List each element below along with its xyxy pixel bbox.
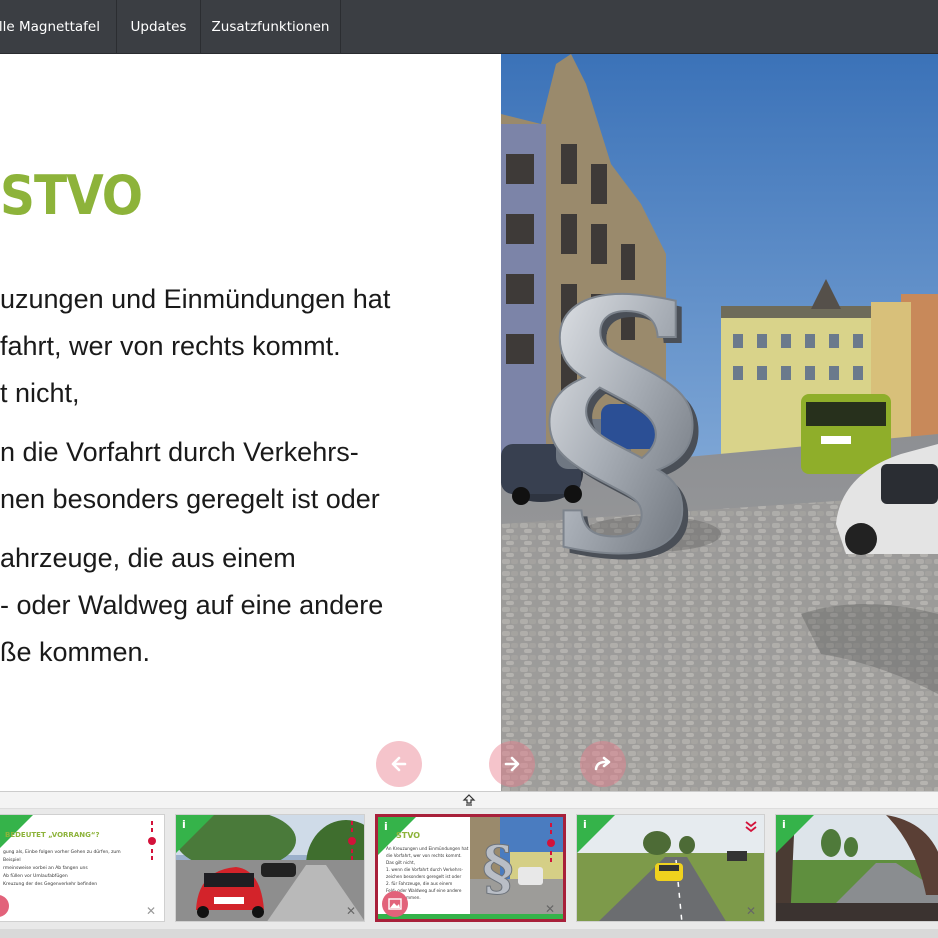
- forward-redo-button[interactable]: [580, 741, 626, 787]
- close-icon[interactable]: ✕: [545, 902, 555, 916]
- slide-thumbnail-active[interactable]: i STVO An Kreuzungen und Einmündungen ha…: [375, 814, 566, 922]
- slide-line: ße kommen.: [0, 637, 151, 667]
- red-progress-dots-icon: [348, 821, 356, 860]
- filmstrip-toggle-bar: [0, 791, 938, 809]
- thumb-body: gung als, Einbe folgen vorher Gehen zu d…: [3, 850, 121, 887]
- arrow-right-icon: [504, 756, 520, 772]
- red-progress-dots-icon: [547, 823, 555, 862]
- slide-line: - oder Waldweg auf eine andere: [0, 590, 384, 620]
- slide-thumbnail[interactable]: BEDEUTET „VORRANG“? gung als, Einbe folg…: [0, 814, 165, 922]
- previous-slide-button[interactable]: [376, 741, 422, 787]
- thumb-title: BEDEUTET „VORRANG“?: [5, 831, 100, 839]
- slide-line: fahrt, wer von rechts kommt.: [0, 331, 341, 361]
- image-icon: [388, 898, 402, 910]
- media-badge: [0, 895, 9, 917]
- slide-line: t nicht,: [0, 378, 80, 408]
- image-gallery-button[interactable]: [382, 891, 408, 917]
- slide-line: nen besonders geregelt ist oder: [0, 484, 380, 514]
- arrow-left-icon: [391, 756, 407, 772]
- red-progress-dots-icon: [148, 821, 156, 860]
- nav-item-zusatzfunktionen[interactable]: Zusatzfunktionen: [201, 0, 341, 54]
- nav-item-updates[interactable]: Updates: [117, 0, 201, 54]
- bottom-scrollbar[interactable]: [0, 929, 938, 938]
- svg-text:§: §: [482, 834, 513, 904]
- slide-thumbnail[interactable]: i: [775, 814, 938, 922]
- top-navigation: elle Magnettafel Updates Zusatzfunktione…: [0, 0, 938, 54]
- slide-thumbnail[interactable]: i ✕: [576, 814, 765, 922]
- close-icon[interactable]: ✕: [146, 904, 156, 918]
- slide-body: uzungen und Einmündungen hat fahrt, wer …: [0, 276, 501, 676]
- nav-item-magnettafel[interactable]: elle Magnettafel: [0, 0, 117, 54]
- info-icon: i: [782, 818, 786, 831]
- close-icon[interactable]: ✕: [346, 904, 356, 918]
- slide-filmstrip: BEDEUTET „VORRANG“? gung als, Einbe folg…: [0, 809, 938, 929]
- slide-thumbnail[interactable]: i ✕: [175, 814, 365, 922]
- info-icon: i: [583, 818, 587, 831]
- slide-line: uzungen und Einmündungen hat: [0, 284, 391, 314]
- slide-viewer: STVO uzungen und Einmündungen hat fahrt,…: [0, 54, 938, 791]
- double-chevron-down-icon[interactable]: [744, 821, 758, 833]
- slide-text-panel: STVO uzungen und Einmündungen hat fahrt,…: [0, 54, 501, 791]
- collapse-filmstrip-icon[interactable]: [462, 793, 476, 807]
- close-icon[interactable]: ✕: [746, 904, 756, 918]
- slide-title: STVO: [0, 164, 143, 227]
- green-progress-bar: [378, 914, 563, 919]
- slide-line: ahrzeuge, die aus einem: [0, 543, 296, 573]
- next-slide-button[interactable]: [489, 741, 535, 787]
- street-scene-image: § §: [501, 54, 938, 791]
- redo-arrow-icon: [594, 756, 611, 771]
- thumb-title: STVO: [396, 831, 421, 840]
- slide-line: n die Vorfahrt durch Verkehrs-: [0, 437, 359, 467]
- info-icon: i: [182, 818, 186, 831]
- info-icon: i: [384, 820, 388, 833]
- svg-text:§: §: [540, 234, 702, 598]
